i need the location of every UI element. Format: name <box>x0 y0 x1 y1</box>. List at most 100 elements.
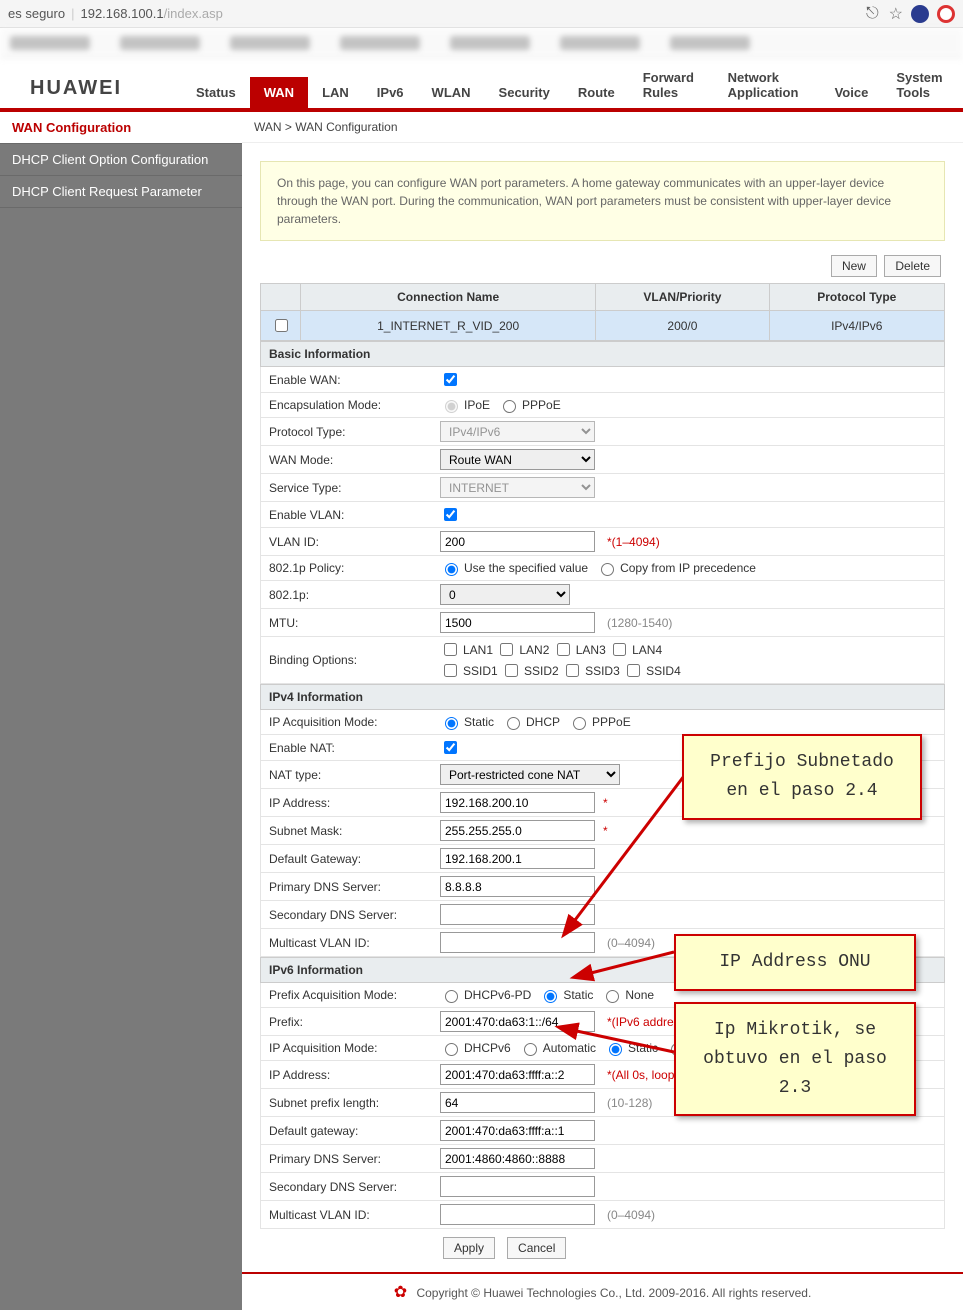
bind-lan2[interactable] <box>500 643 513 656</box>
encap-pppoe-radio[interactable] <box>503 400 516 413</box>
nav-tab-voice[interactable]: Voice <box>821 77 883 108</box>
bind-ssid1[interactable] <box>444 664 457 677</box>
ipv6acq-auto-radio[interactable] <box>524 1043 537 1056</box>
callout-mikrotik: Ip Mikrotik, se obtuvo en el paso 2.3 <box>674 1002 916 1116</box>
row-proto: IPv4/IPv6 <box>769 311 944 341</box>
sidebar-item-dhcp-client-option-configuration[interactable]: DHCP Client Option Configuration <box>0 144 242 176</box>
callout-ip-onu: IP Address ONU <box>674 934 916 991</box>
mvlan6-hint: (0–4094) <box>607 1208 655 1222</box>
footer-text: Copyright © Huawei Technologies Co., Ltd… <box>416 1286 811 1300</box>
default-gateway-input[interactable] <box>440 848 595 869</box>
sidebar-item-wan-configuration[interactable]: WAN Configuration <box>0 112 242 144</box>
nav-tab-wan[interactable]: WAN <box>250 77 308 108</box>
col-vlan: VLAN/Priority <box>596 284 769 311</box>
prefixacq-none-radio[interactable] <box>606 990 619 1003</box>
1p-specified-radio[interactable] <box>445 563 458 576</box>
top-header: HUAWEI StatusWANLANIPv6WLANSecurityRoute… <box>0 58 963 112</box>
bind-ssid4[interactable] <box>627 664 640 677</box>
ipv6acq-dhcpv6-radio[interactable] <box>445 1043 458 1056</box>
encap-ipoe-radio[interactable] <box>445 400 458 413</box>
content: WAN > WAN Configuration On this page, yo… <box>242 112 963 1310</box>
cancel-button[interactable]: Cancel <box>507 1237 566 1259</box>
1p-copy-radio[interactable] <box>601 563 614 576</box>
ipv6-gateway-input[interactable] <box>440 1120 595 1141</box>
vlanid-hint: *(1–4094) <box>607 535 660 549</box>
ipv6-multicast-vlan-input[interactable] <box>440 1204 595 1225</box>
nav-tab-forward-rules[interactable]: Forward Rules <box>629 62 714 108</box>
extension-icon-2[interactable] <box>937 5 955 23</box>
nav-tab-wlan[interactable]: WLAN <box>418 77 485 108</box>
lbl-binding: Binding Options: <box>261 649 436 671</box>
row-vlan: 200/0 <box>596 311 769 341</box>
bind-lan4[interactable] <box>613 643 626 656</box>
enable-nat-checkbox[interactable] <box>444 741 457 754</box>
bind-lan1[interactable] <box>444 643 457 656</box>
ipv6-address-input[interactable] <box>440 1064 595 1085</box>
bind-ssid3[interactable] <box>566 664 579 677</box>
lbl-prefix: Prefix: <box>261 1011 436 1033</box>
service-type-select[interactable]: INTERNET <box>440 477 595 498</box>
enable-vlan-checkbox[interactable] <box>444 508 457 521</box>
lbl-subprefixlen: Subnet prefix length: <box>261 1092 436 1114</box>
lbl-dns1: Primary DNS Server: <box>261 876 436 898</box>
multicast-vlan-input[interactable] <box>440 932 595 953</box>
mtu-input[interactable] <box>440 612 595 633</box>
row-name: 1_INTERNET_R_VID_200 <box>301 311 596 341</box>
delete-button[interactable]: Delete <box>884 255 941 277</box>
prefixacq-dhcpv6pd-radio[interactable] <box>445 990 458 1003</box>
prefix-input[interactable] <box>440 1011 595 1032</box>
nav-tab-route[interactable]: Route <box>564 77 629 108</box>
ipv6-secondary-dns-input[interactable] <box>440 1176 595 1197</box>
nav-tab-security[interactable]: Security <box>485 77 564 108</box>
bind-lan3[interactable] <box>557 643 570 656</box>
security-text: es seguro <box>8 6 65 21</box>
enable-wan-checkbox[interactable] <box>444 373 457 386</box>
lbl-subnet: Subnet Mask: <box>261 820 436 842</box>
lbl-mtu: MTU: <box>261 612 436 634</box>
ipv4acq-static-radio[interactable] <box>445 717 458 730</box>
ipv4acq-dhcp-radio[interactable] <box>507 717 520 730</box>
nav-tab-system-tools[interactable]: System Tools <box>882 62 963 108</box>
new-button[interactable]: New <box>831 255 877 277</box>
lbl-mvlan: Multicast VLAN ID: <box>261 932 436 954</box>
secondary-dns-input[interactable] <box>440 904 595 925</box>
lbl-1ppolicy: 802.1p Policy: <box>261 557 436 579</box>
prefixacq-static-radio[interactable] <box>544 990 557 1003</box>
row-select-checkbox[interactable] <box>275 319 288 332</box>
translate-icon[interactable]: ⎋ <box>866 5 879 23</box>
col-name: Connection Name <box>301 284 596 311</box>
ipv4acq-pppoe-radio[interactable] <box>573 717 586 730</box>
wan-mode-select[interactable]: Route WAN <box>440 449 595 470</box>
vlan-id-input[interactable] <box>440 531 595 552</box>
bind-ssid2[interactable] <box>505 664 518 677</box>
dot1p-select[interactable]: 0 <box>440 584 570 605</box>
nav-tab-lan[interactable]: LAN <box>308 77 363 108</box>
apply-button[interactable]: Apply <box>443 1237 495 1259</box>
lbl-ipv6addr: IP Address: <box>261 1064 436 1086</box>
connection-row[interactable]: 1_INTERNET_R_VID_200 200/0 IPv4/IPv6 <box>261 311 945 341</box>
lbl-wanmode: WAN Mode: <box>261 449 436 471</box>
lbl-1p: 802.1p: <box>261 584 436 606</box>
subnet-mask-input[interactable] <box>440 820 595 841</box>
nav-tab-network-application[interactable]: Network Application <box>714 62 821 108</box>
req: * <box>603 796 608 810</box>
ipv4-address-input[interactable] <box>440 792 595 813</box>
nav-tab-status[interactable]: Status <box>182 77 250 108</box>
subnet-prefix-len-input[interactable] <box>440 1092 595 1113</box>
nat-type-select[interactable]: Port-restricted cone NAT <box>440 764 620 785</box>
ipv6acq-static-radio[interactable] <box>609 1043 622 1056</box>
nav-tab-ipv6[interactable]: IPv6 <box>363 77 418 108</box>
protocol-type-select[interactable]: IPv4/IPv6 <box>440 421 595 442</box>
star-icon[interactable]: ☆ <box>889 4 903 24</box>
extension-icon[interactable] <box>911 5 929 23</box>
primary-dns-input[interactable] <box>440 876 595 897</box>
lbl-vlanid: VLAN ID: <box>261 531 436 553</box>
ipv6-primary-dns-input[interactable] <box>440 1148 595 1169</box>
sidebar-item-dhcp-client-request-parameter[interactable]: DHCP Client Request Parameter <box>0 176 242 208</box>
lbl-gw: Default Gateway: <box>261 848 436 870</box>
lbl-mvlan6: Multicast VLAN ID: <box>261 1204 436 1226</box>
connections-table: Connection Name VLAN/Priority Protocol T… <box>260 283 945 341</box>
sidebar: WAN ConfigurationDHCP Client Option Conf… <box>0 112 242 1310</box>
col-proto: Protocol Type <box>769 284 944 311</box>
brand-logo: HUAWEI <box>30 77 122 108</box>
